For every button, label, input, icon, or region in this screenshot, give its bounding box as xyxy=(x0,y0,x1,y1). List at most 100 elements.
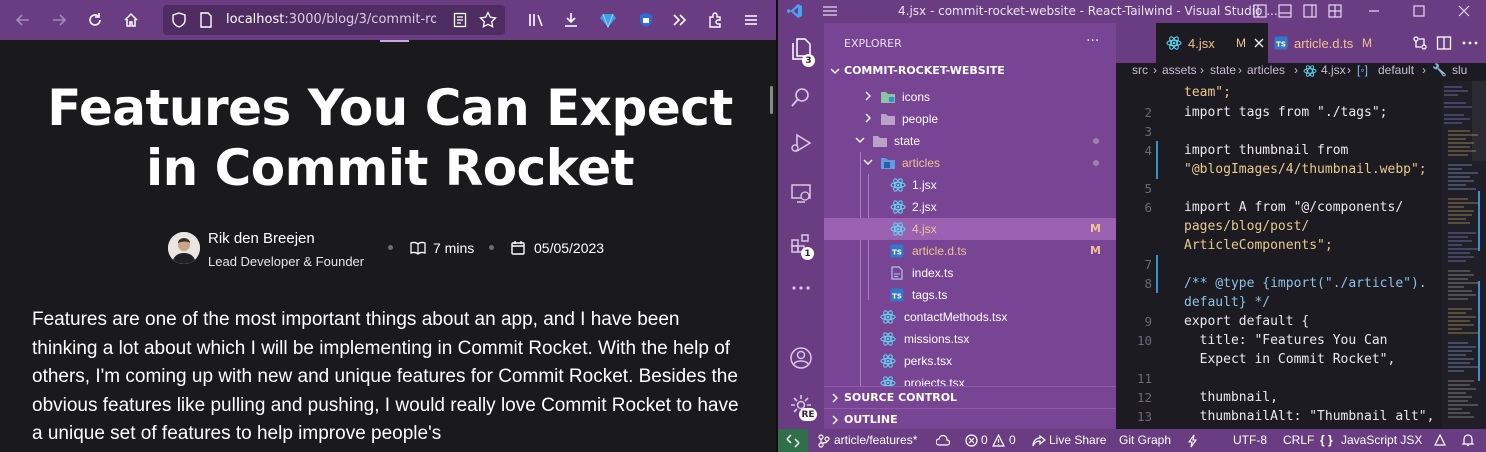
breadcrumb-item[interactable]: 4.jsx xyxy=(1321,63,1346,77)
explorer-more-actions[interactable]: ··· xyxy=(1086,33,1099,49)
source-control-section-header[interactable]: SOURCE CONTROL xyxy=(824,386,1116,408)
encoding[interactable]: UTF-8 xyxy=(1233,433,1267,447)
folder-open-icon xyxy=(873,136,887,147)
react-file-icon xyxy=(880,376,896,386)
minimap[interactable] xyxy=(1442,81,1486,429)
tree-file-2-jsx[interactable]: 2.jsx xyxy=(824,196,1116,218)
reload-icon[interactable] xyxy=(84,9,106,31)
gem-extension-icon[interactable] xyxy=(597,9,619,31)
tab-4-jsx[interactable]: 4.jsx M xyxy=(1156,23,1268,63)
breadcrumb-item[interactable]: articles xyxy=(1247,63,1285,77)
git-graph[interactable]: Git Graph xyxy=(1119,433,1171,447)
back-icon[interactable] xyxy=(12,9,34,31)
split-editor-icon[interactable] xyxy=(1436,35,1452,51)
extensions-icon[interactable] xyxy=(704,9,726,31)
privacy-extension-icon[interactable] xyxy=(635,9,657,31)
breadcrumb-item[interactable]: state xyxy=(1210,63,1236,77)
sync-cloud-icon[interactable] xyxy=(936,434,950,448)
downloads-icon[interactable] xyxy=(560,9,582,31)
url-text[interactable]: localhost:3000/blog/3/commit-rocke xyxy=(226,12,436,27)
tree-folder-articles[interactable]: articles xyxy=(824,152,1116,174)
url-bar[interactable]: localhost:3000/blog/3/commit-rocke xyxy=(163,5,505,35)
menu-icon[interactable] xyxy=(822,4,838,18)
library-icon[interactable] xyxy=(526,9,548,31)
chevron-down-icon xyxy=(863,159,873,165)
toggle-sidebar-icon[interactable] xyxy=(1253,4,1267,18)
breadcrumb-item[interactable]: default xyxy=(1378,63,1414,77)
line-ending[interactable]: CRLF xyxy=(1283,433,1314,447)
manage-activity[interactable]: RE xyxy=(778,383,824,427)
remote-explorer-activity[interactable] xyxy=(778,171,824,215)
live-share-status-icon[interactable] xyxy=(1433,433,1447,447)
more-activity[interactable] xyxy=(778,266,824,310)
language-mode[interactable]: JavaScript JSX xyxy=(1341,433,1422,447)
git-branch[interactable]: article/features* xyxy=(834,433,917,447)
chevron-down-icon xyxy=(855,137,865,143)
customize-layout-icon[interactable] xyxy=(1328,4,1342,18)
outline-section-header[interactable]: OUTLINE xyxy=(824,408,1116,430)
explorer-title: EXPLORER xyxy=(844,37,902,50)
home-icon[interactable] xyxy=(120,9,142,31)
more-actions-icon[interactable] xyxy=(1462,41,1478,45)
tree-file-1-jsx[interactable]: 1.jsx xyxy=(824,174,1116,196)
react-file-icon xyxy=(890,222,906,236)
tree-file-tags-ts[interactable]: TS tags.ts xyxy=(824,284,1116,306)
menu-icon[interactable] xyxy=(740,9,762,31)
run-debug-activity[interactable] xyxy=(778,121,824,165)
tree-file-index-ts[interactable]: index.ts xyxy=(824,262,1116,284)
accounts-activity[interactable] xyxy=(778,336,824,380)
more-tools-icon[interactable] xyxy=(668,9,690,31)
maximize-icon[interactable] xyxy=(1413,5,1425,17)
breadcrumb-item[interactable]: slu xyxy=(1452,63,1467,77)
close-tab-icon[interactable] xyxy=(1254,38,1264,48)
lightning-icon[interactable] xyxy=(1188,434,1198,448)
scroll-progress-indicator xyxy=(380,40,409,42)
tab-label: article.d.ts xyxy=(1294,36,1354,51)
modified-dot xyxy=(1093,160,1099,166)
react-file-icon xyxy=(880,310,896,324)
toggle-secondary-sidebar-icon[interactable] xyxy=(1303,4,1317,18)
explorer-activity[interactable]: 3 xyxy=(778,27,824,71)
remote-explorer-icon xyxy=(791,184,811,203)
vscode-titlebar: 4.jsx - commit-rocket-website - React-Ta… xyxy=(778,0,1486,23)
tree-file-contactmethods[interactable]: contactMethods.tsx xyxy=(824,306,1116,328)
svg-text:TS: TS xyxy=(892,249,902,257)
forward-icon[interactable] xyxy=(48,9,70,31)
line-number: 5 xyxy=(1144,181,1152,196)
live-share[interactable]: Live Share xyxy=(1049,433,1106,447)
tree-folder-icons[interactable]: icons xyxy=(824,86,1116,108)
minimize-icon[interactable] xyxy=(1368,5,1380,17)
tree-folder-state[interactable]: state xyxy=(824,130,1116,152)
page-icon[interactable] xyxy=(199,12,213,28)
page-scrollbar[interactable] xyxy=(770,86,773,114)
book-open-icon xyxy=(410,240,426,256)
tree-folder-people[interactable]: people xyxy=(824,108,1116,130)
reader-view-icon[interactable] xyxy=(453,12,467,28)
toggle-panel-icon[interactable] xyxy=(1278,4,1292,18)
search-activity[interactable] xyxy=(778,75,824,119)
close-window-icon[interactable] xyxy=(1458,5,1470,17)
tree-file-missions[interactable]: missions.tsx xyxy=(824,328,1116,350)
breadcrumb-item[interactable]: src xyxy=(1132,63,1148,77)
tree-item-label: missions.tsx xyxy=(904,332,970,346)
project-section-header[interactable]: COMMIT-ROCKET-WEBSITE xyxy=(824,60,1116,82)
shield-icon[interactable] xyxy=(171,12,187,28)
notifications-bell-icon[interactable] xyxy=(1461,433,1475,447)
breadcrumb-item[interactable]: assets xyxy=(1162,63,1197,77)
tree-file-projects[interactable]: projects.tsx xyxy=(824,372,1116,386)
tree-file-article-d-ts[interactable]: TS article.d.ts M xyxy=(824,240,1116,262)
live-share-icon xyxy=(1032,434,1046,447)
error-count[interactable]: 0 xyxy=(981,433,988,447)
bookmark-star-icon[interactable] xyxy=(479,11,497,29)
tree-file-perks[interactable]: perks.tsx xyxy=(824,350,1116,372)
code-editor[interactable]: team"; 2 import tags from "./tags"; 3 4 … xyxy=(1116,81,1486,429)
tree-item-label: state xyxy=(894,134,921,148)
meta-separator xyxy=(388,245,393,250)
tab-article-d-ts[interactable]: TS article.d.ts M xyxy=(1268,23,1378,63)
extensions-activity[interactable]: 1 xyxy=(778,221,824,265)
browser-window: localhost:3000/blog/3/commit-rocke xyxy=(0,0,778,452)
warning-count[interactable]: 0 xyxy=(1009,433,1016,447)
tree-file-4-jsx[interactable]: 4.jsx M xyxy=(824,218,1116,240)
remote-indicator[interactable] xyxy=(778,429,808,452)
compare-changes-icon[interactable] xyxy=(1412,35,1428,51)
